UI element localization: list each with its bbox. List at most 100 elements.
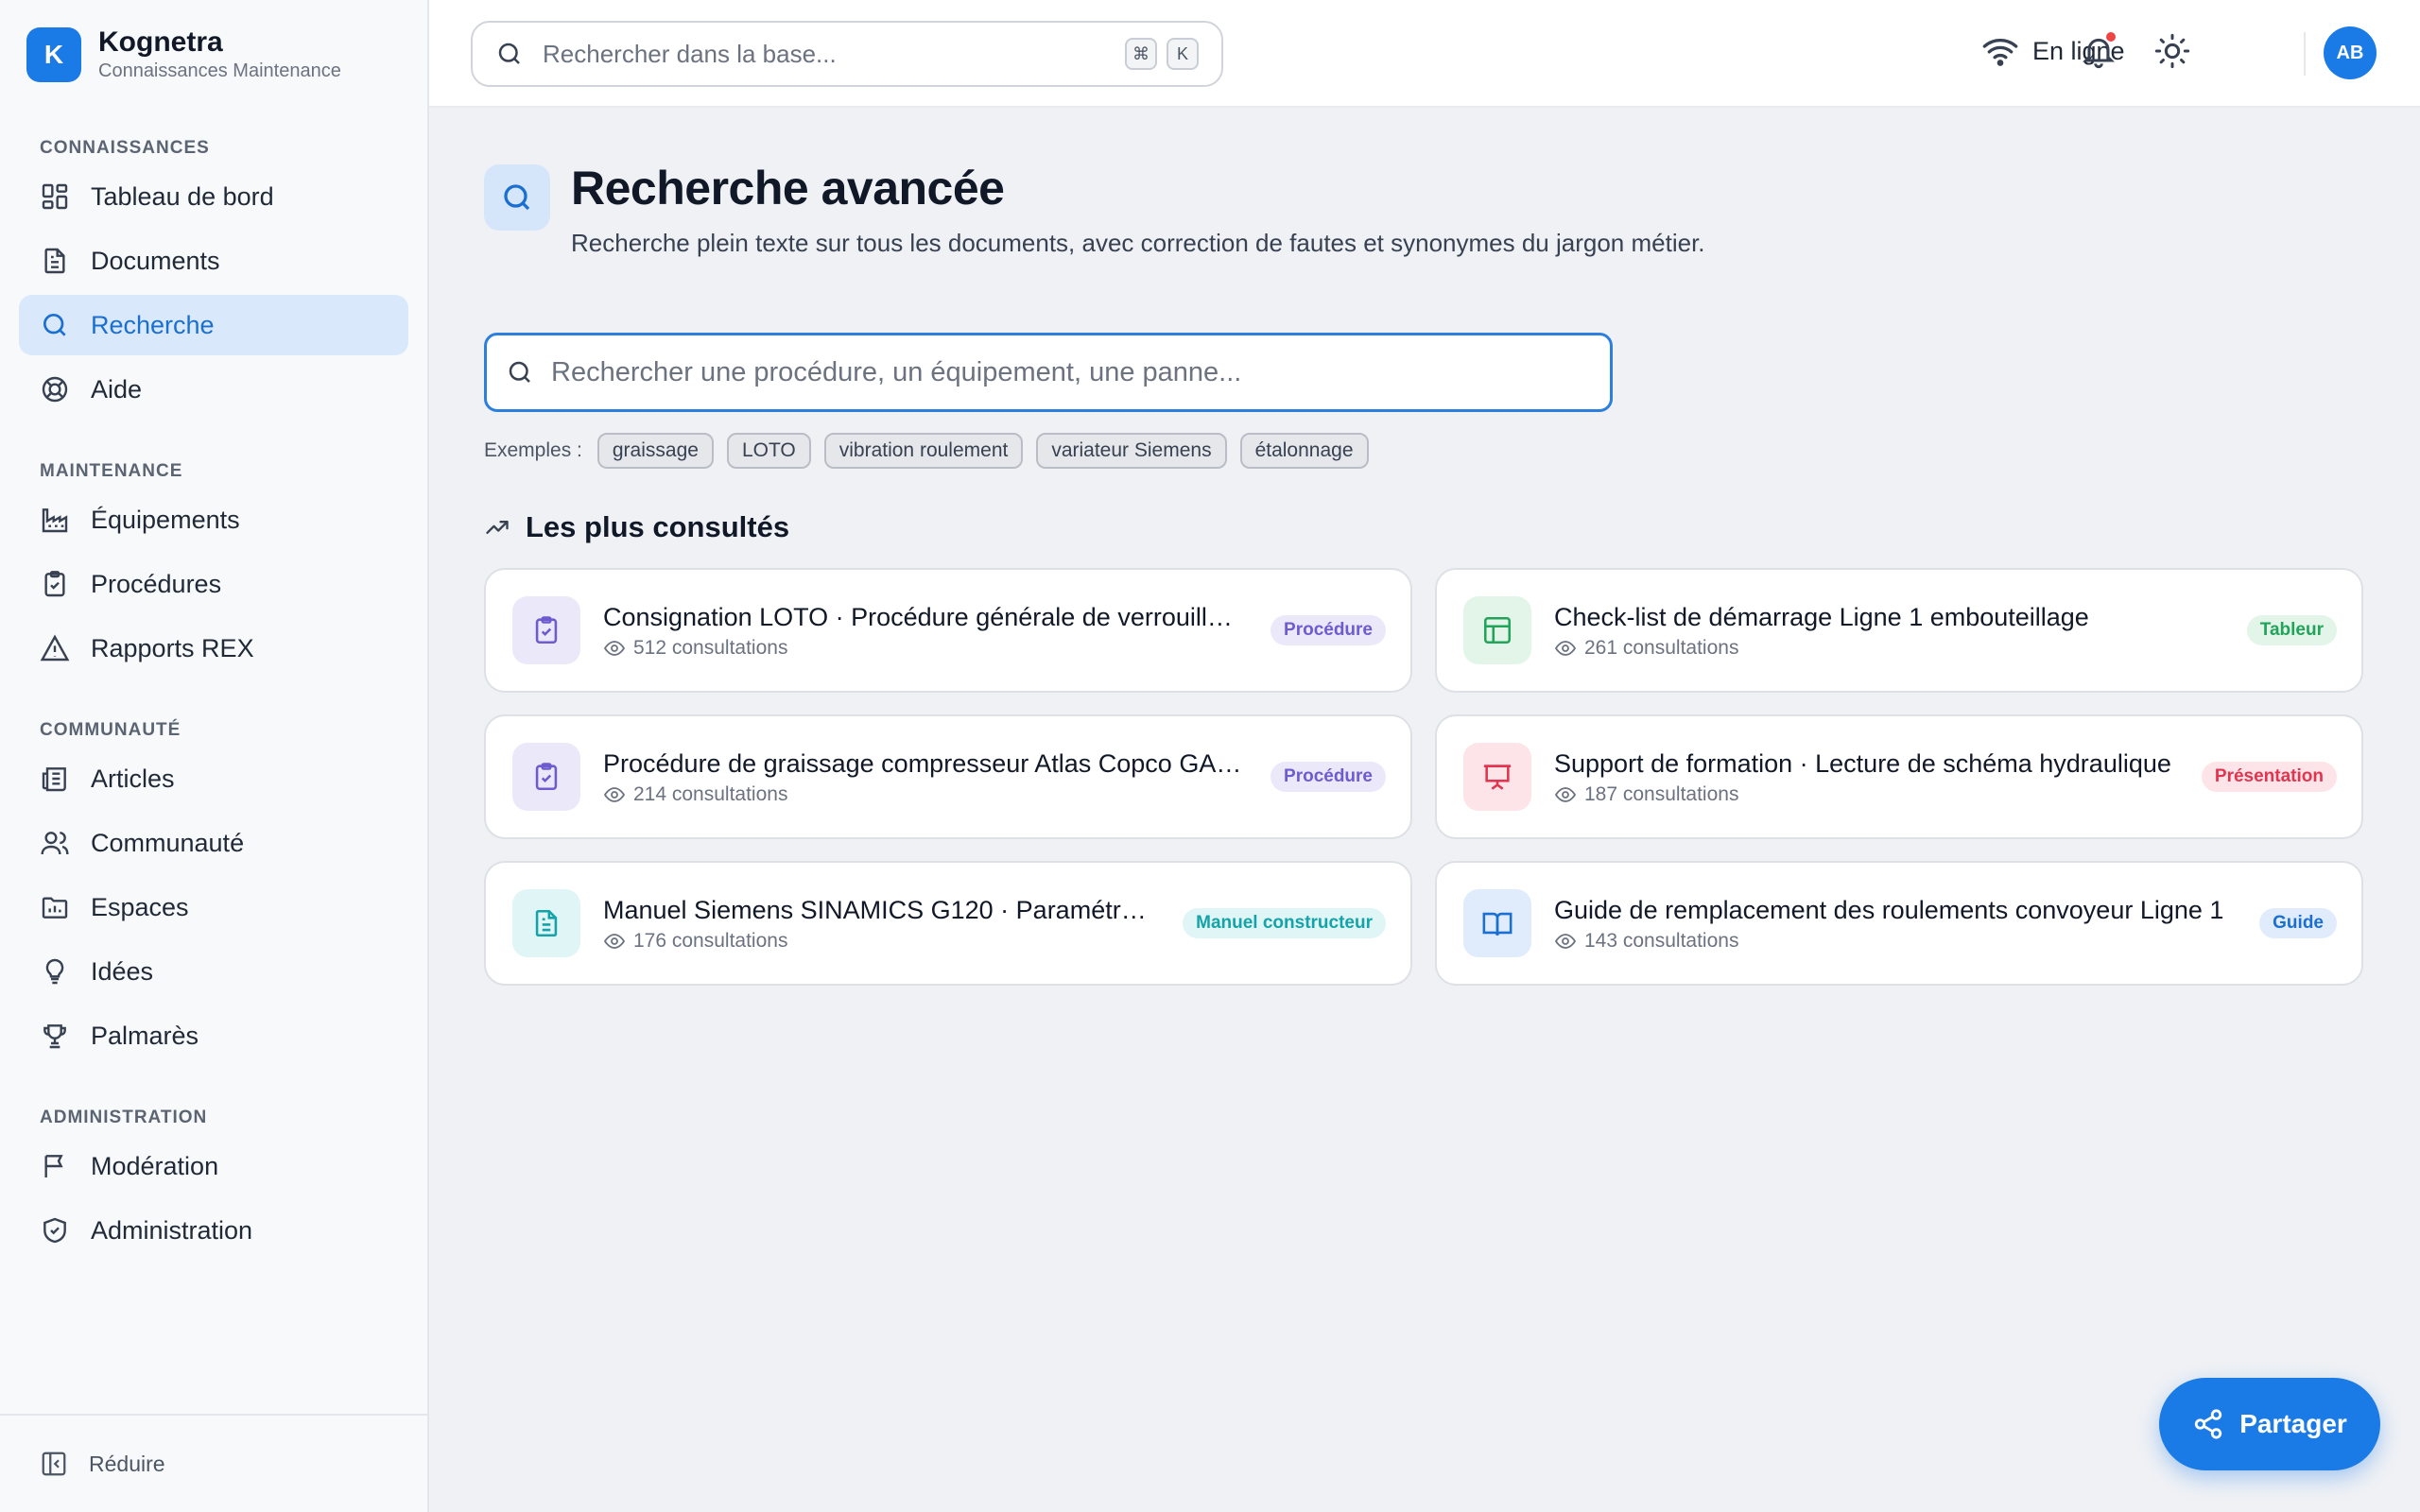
- card-views: 176 consultations: [633, 930, 788, 952]
- brand-subtitle: Connaissances Maintenance: [98, 60, 341, 81]
- brand-logo: K: [26, 27, 81, 82]
- sidebar-item-label: Documents: [91, 246, 220, 275]
- sidebar-item-label: Idées: [91, 956, 154, 986]
- eye-icon: [1554, 934, 1577, 949]
- sidebar-item-procedures[interactable]: Procédures: [19, 554, 408, 614]
- share-label: Partager: [2239, 1409, 2347, 1438]
- card-icon-box: [1463, 889, 1531, 957]
- search-examples: Exemples : graissage LOTO vibration roul…: [484, 433, 1382, 469]
- share-icon: [2195, 1409, 2222, 1439]
- example-chip[interactable]: graissage: [596, 433, 714, 469]
- popular-section-title: Les plus consultés: [484, 510, 789, 544]
- flag-icon: [44, 1155, 63, 1177]
- sidebar-item-palmares[interactable]: Palmarès: [19, 1005, 408, 1066]
- sidebar-item-label: Procédures: [91, 569, 222, 598]
- section-maintenance: MAINTENANCE: [40, 461, 183, 481]
- card-type-badge: Présentation: [2201, 762, 2337, 792]
- popular-card[interactable]: Guide de remplacement des roulements con…: [1435, 861, 2363, 986]
- sidebar-item-label: Aide: [91, 374, 143, 404]
- card-type-badge: Procédure: [1270, 615, 1386, 645]
- card-icon-box: [1463, 743, 1531, 811]
- card-views: 143 consultations: [1584, 930, 1739, 952]
- popular-card[interactable]: Consignation LOTO · Procédure générale d…: [484, 568, 1412, 693]
- sidebar-item-label: Articles: [91, 764, 175, 793]
- book-icon: [1482, 912, 1512, 936]
- card-title: Consignation LOTO · Procédure générale d…: [603, 603, 1245, 631]
- lifebuoy-icon: [42, 376, 68, 403]
- shortcut-key-cmd: ⌘: [1125, 38, 1157, 70]
- spreadsheet-icon: [1483, 616, 1512, 644]
- popular-card[interactable]: Manuel Siemens SINAMICS G120 · Paramétra…: [484, 861, 1412, 986]
- sidebar-item-idees[interactable]: Idées: [19, 941, 408, 1002]
- page-description: Recherche plein texte sur tous les docum…: [571, 229, 1705, 257]
- eye-icon: [603, 787, 626, 802]
- search-icon: [504, 184, 530, 211]
- sidebar-item-label: Administration: [91, 1215, 253, 1245]
- popular-title-text: Les plus consultés: [526, 510, 790, 543]
- user-avatar[interactable]: AB: [2324, 26, 2377, 79]
- eye-icon: [1554, 787, 1577, 802]
- sidebar-item-tableau-de-bord[interactable]: Tableau de bord: [19, 166, 408, 227]
- newspaper-icon: [42, 767, 66, 792]
- popular-card[interactable]: Procédure de graissage compresseur Atlas…: [484, 714, 1412, 839]
- eye-icon: [1554, 641, 1577, 656]
- search-icon: [498, 43, 520, 64]
- card-icon-box: [1463, 596, 1531, 664]
- sidebar-item-label: Équipements: [91, 505, 240, 534]
- section-communaute: COMMUNAUTÉ: [40, 720, 182, 740]
- page-title: Recherche avancée: [571, 162, 1005, 215]
- card-title: Check-list de démarrage Ligne 1 emboutei…: [1554, 603, 2089, 631]
- collapse-label: Réduire: [89, 1451, 165, 1476]
- sidebar-item-moderation[interactable]: Modération: [19, 1136, 408, 1196]
- eye-icon: [603, 641, 626, 656]
- presentation-icon: [1483, 765, 1512, 790]
- example-chip[interactable]: LOTO: [726, 433, 811, 469]
- sidebar-item-articles[interactable]: Articles: [19, 748, 408, 809]
- card-views: 261 consultations: [1584, 637, 1739, 659]
- notifications-button[interactable]: [2080, 32, 2118, 70]
- folder-icon: [42, 897, 68, 919]
- section-administration: ADMINISTRATION: [40, 1108, 208, 1127]
- sidebar-item-aide[interactable]: Aide: [19, 359, 408, 420]
- brand[interactable]: K Kognetra Connaissances Maintenance: [26, 26, 341, 83]
- search-icon: [509, 361, 530, 383]
- eye-icon: [603, 934, 626, 949]
- top-header: Rechercher dans la base... ⌘ K En ligne …: [429, 0, 2420, 108]
- notification-dot: [2106, 32, 2116, 42]
- card-icon-box: [512, 596, 580, 664]
- popular-card[interactable]: Support de formation · Lecture de schéma…: [1435, 714, 2363, 839]
- example-chip[interactable]: vibration roulement: [823, 433, 1024, 469]
- sidebar-item-documents[interactable]: Documents: [19, 231, 408, 291]
- document-icon: [535, 909, 558, 937]
- advanced-search-input[interactable]: Rechercher une procédure, un équipement,…: [484, 333, 1613, 412]
- lightbulb-icon: [45, 958, 64, 985]
- clipboard-check-icon: [535, 763, 558, 791]
- card-title: Guide de remplacement des roulements con…: [1554, 896, 2224, 924]
- popular-card[interactable]: Check-list de démarrage Ligne 1 emboutei…: [1435, 568, 2363, 693]
- card-type-badge: Manuel constructeur: [1183, 908, 1386, 938]
- sidebar-nav: CONNAISSANCES Tableau de bord Documents …: [19, 125, 408, 1261]
- section-connaissances: CONNAISSANCES: [40, 138, 210, 158]
- page-search-icon: [484, 164, 550, 231]
- share-button[interactable]: Partager: [2159, 1378, 2380, 1470]
- examples-label: Exemples :: [484, 439, 582, 461]
- sidebar-item-rapports-rex[interactable]: Rapports REX: [19, 618, 408, 679]
- card-type-badge: Tableur: [2246, 615, 2337, 645]
- sidebar-item-recherche[interactable]: Recherche: [19, 295, 408, 355]
- sidebar-item-label: Recherche: [91, 310, 215, 339]
- theme-toggle-button[interactable]: [2153, 32, 2191, 70]
- sidebar-item-equipements[interactable]: Équipements: [19, 490, 408, 550]
- sidebar-item-communaute[interactable]: Communauté: [19, 813, 408, 873]
- document-icon: [44, 248, 65, 274]
- sidebar-item-label: Rapports REX: [91, 633, 254, 662]
- example-chip[interactable]: étalonnage: [1239, 433, 1369, 469]
- sidebar-item-label: Palmarès: [91, 1021, 199, 1050]
- example-chip[interactable]: variateur Siemens: [1036, 433, 1227, 469]
- warning-icon: [40, 634, 70, 662]
- sidebar-item-administration[interactable]: Administration: [19, 1200, 408, 1261]
- sidebar-item-espaces[interactable]: Espaces: [19, 877, 408, 937]
- dashboard-icon: [42, 183, 68, 210]
- global-search-input[interactable]: Rechercher dans la base... ⌘ K: [471, 21, 1223, 87]
- collapse-sidebar-button[interactable]: Réduire: [0, 1414, 427, 1512]
- search-icon: [43, 314, 66, 336]
